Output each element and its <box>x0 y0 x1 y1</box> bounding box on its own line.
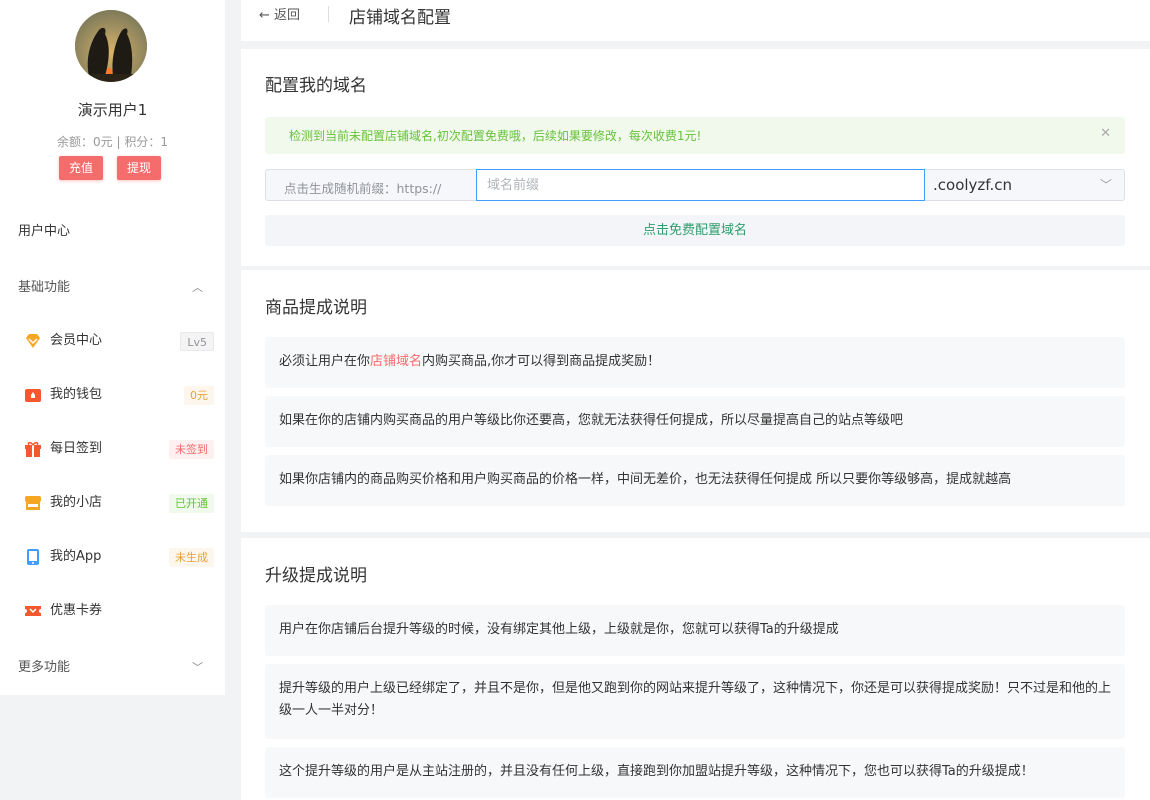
commission-note: 如果你店铺内的商品购买价格和用户购买商品的价格一样，中间无差价，也无法获得任何提… <box>265 455 1125 506</box>
domain-suffix-select[interactable]: .coolyzf.cn ﹀ <box>925 169 1125 201</box>
alert-message: 检测到当前未配置店铺域名,初次配置免费哦，后续如果要修改，每次收费1元! <box>289 129 702 143</box>
free-config-button[interactable]: 点击免费配置域名 <box>265 215 1125 246</box>
sidebar-item-label: 会员中心 <box>50 333 103 348</box>
prefix-label: 点击生成随机前缀：https:// <box>284 181 442 196</box>
phone-icon <box>27 549 39 565</box>
upgrade-card: 升级提成说明 用户在你店铺后台提升等级的时候，没有绑定其他上级，上级就是你，您就… <box>241 538 1150 800</box>
divider <box>328 6 329 22</box>
upgrade-note: 提升等级的用户上级已经绑定了，并且不是你，但是他又跑到你的网站来提升等级了，这种… <box>265 664 1125 739</box>
balance-info: 余额：0元 | 积分：1 <box>57 135 168 149</box>
arrow-left-icon: ← <box>259 8 270 23</box>
nav-user-center[interactable]: 用户中心 <box>0 212 225 252</box>
nav-group-more[interactable]: 更多功能 ﹀ <box>0 648 225 688</box>
gift-icon <box>25 441 41 457</box>
sidebar-item-app[interactable]: 我的App 未生成 <box>0 537 225 577</box>
sidebar-item-coupon[interactable]: 优惠卡券 <box>0 591 225 631</box>
domain-prefix-input[interactable] <box>476 169 925 201</box>
wallet-badge: 0元 <box>184 386 214 405</box>
section-title: 升级提成说明 <box>265 566 367 586</box>
top-bar: ← 返回 店铺域名配置 <box>241 0 1150 41</box>
commission-note: 如果在你的店铺内购买商品的用户等级比你还要高，您就无法获得任何提成，所以尽量提高… <box>265 396 1125 447</box>
upgrade-note: 这个提升等级的用户是从主站注册的，并且没有任何上级，直接跑到你加盟站提升等级，这… <box>265 747 1125 798</box>
app-badge: 未生成 <box>169 548 214 567</box>
commission-note: 必须让用户在你店铺域名内购买商品,你才可以得到商品提成奖励！ <box>265 337 1125 388</box>
sidebar-item-wallet[interactable]: 我的钱包 0元 <box>0 375 225 415</box>
recharge-button[interactable]: 充值 <box>59 156 104 180</box>
page-title: 店铺域名配置 <box>349 8 451 28</box>
sidebar-item-checkin[interactable]: 每日签到 未签到 <box>0 429 225 469</box>
avatar[interactable] <box>75 10 147 82</box>
random-prefix-button[interactable]: 点击生成随机前缀：https:// <box>265 169 477 201</box>
back-label: 返回 <box>274 8 301 23</box>
note-text: 内购买商品,你才可以得到商品提成奖励！ <box>422 354 661 369</box>
chevron-up-icon: ︿ <box>192 281 203 294</box>
domain-suffix-value: .coolyzf.cn <box>933 176 1012 194</box>
nav-group-more-label: 更多功能 <box>18 660 71 675</box>
chevron-down-icon: ﹀ <box>1099 178 1112 192</box>
sidebar-item-label: 每日签到 <box>50 441 103 456</box>
domain-config-card: 配置我的域名 检测到当前未配置店铺域名,初次配置免费哦，后续如果要修改，每次收费… <box>241 49 1150 266</box>
close-icon[interactable]: ✕ <box>1100 126 1111 141</box>
sidebar-item-label: 我的小店 <box>50 495 103 510</box>
section-title: 配置我的域名 <box>265 76 367 96</box>
sidebar-item-label: 优惠卡券 <box>50 603 103 618</box>
checkin-badge: 未签到 <box>169 440 214 459</box>
level-badge: Lv5 <box>180 332 214 351</box>
note-highlight: 店铺域名 <box>370 354 423 369</box>
shop-icon <box>25 496 41 510</box>
chevron-down-icon: ﹀ <box>192 661 203 674</box>
sidebar-item-label: 我的App <box>50 549 102 564</box>
upgrade-note: 用户在你店铺后台提升等级的时候，没有绑定其他上级，上级就是你，您就可以获得Ta的… <box>265 605 1125 656</box>
sidebar-item-member[interactable]: 会员中心 Lv5 <box>0 321 225 361</box>
nav-user-center-label: 用户中心 <box>18 224 71 239</box>
alert-banner: 检测到当前未配置店铺域名,初次配置免费哦，后续如果要修改，每次收费1元! ✕ <box>265 117 1125 154</box>
section-title: 商品提成说明 <box>265 298 367 318</box>
wallet-icon <box>25 389 41 402</box>
sidebar-item-shop[interactable]: 我的小店 已开通 <box>0 483 225 523</box>
username: 演示用户1 <box>77 101 148 119</box>
sidebar-item-label: 我的钱包 <box>50 387 103 402</box>
shop-badge: 已开通 <box>169 494 214 513</box>
nav-group-basic[interactable]: 基础功能 ︿ <box>0 268 225 308</box>
nav-group-basic-label: 基础功能 <box>18 280 71 295</box>
back-button[interactable]: ← 返回 <box>259 4 300 23</box>
sidebar: 演示用户1 余额：0元 | 积分：1 充值 提现 用户中心 基础功能 ︿ 会员中… <box>0 0 225 695</box>
diamond-icon <box>26 334 40 348</box>
note-text: 必须让用户在你 <box>279 354 371 369</box>
commission-card: 商品提成说明 必须让用户在你店铺域名内购买商品,你才可以得到商品提成奖励！ 如果… <box>241 270 1150 532</box>
withdraw-button[interactable]: 提现 <box>117 156 162 180</box>
coupon-icon <box>25 606 41 616</box>
